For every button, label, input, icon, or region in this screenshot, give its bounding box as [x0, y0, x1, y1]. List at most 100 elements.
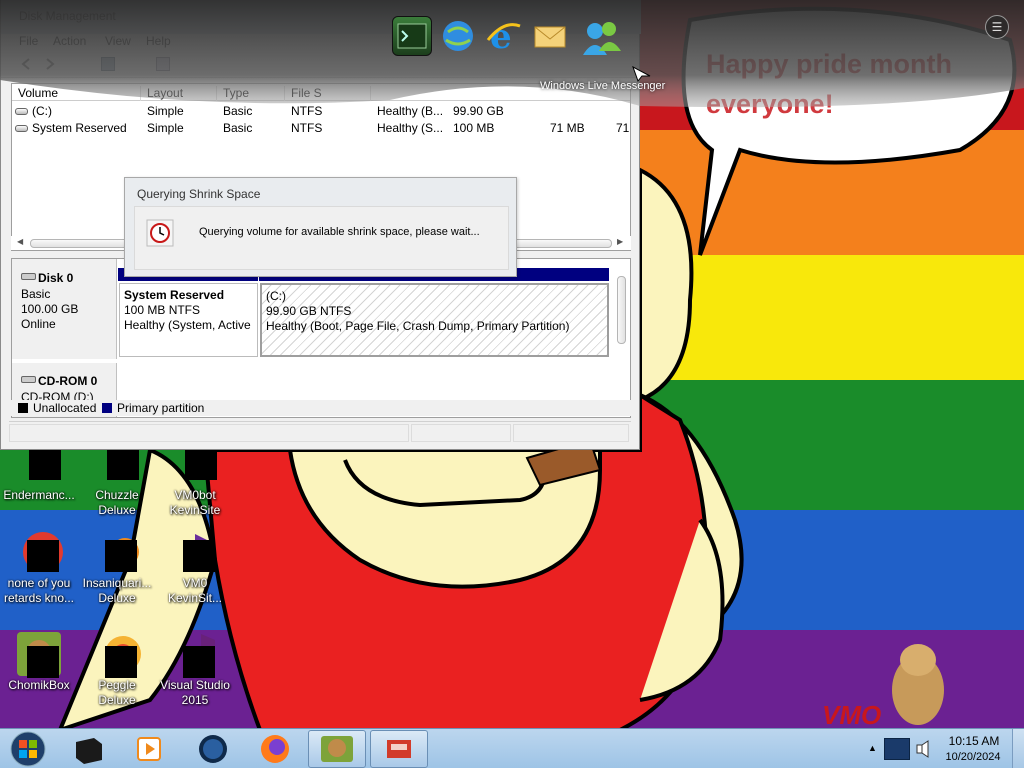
network-icon[interactable] — [884, 738, 910, 760]
menu-file[interactable]: File — [19, 34, 38, 48]
volume-layout: Simple — [147, 121, 184, 135]
windows-live-messenger-icon[interactable] — [578, 14, 626, 62]
legend-label: Primary partition — [117, 401, 205, 415]
volume-capacity: 100 MB — [453, 121, 495, 135]
show-desktop-button[interactable] — [1012, 729, 1024, 768]
desktop-icon-none-of-you[interactable]: none of you retards kno... — [2, 528, 76, 606]
volume-icon[interactable] — [914, 738, 936, 760]
table-row[interactable]: System Reserved Simple Basic NTFS Health… — [12, 120, 630, 136]
globe-icon — [199, 735, 227, 763]
volume-type: Basic — [223, 104, 253, 118]
partition-size: 99.90 GB NTFS — [266, 304, 352, 318]
partition-status: Healthy (Boot, Page File, Crash Dump, Pr… — [266, 319, 570, 333]
scroll-right-icon[interactable]: ▶ — [617, 237, 623, 246]
partition-size: 100 MB NTFS — [124, 303, 201, 317]
terminal-icon[interactable] — [392, 16, 432, 56]
desktop-icon-vm0bot-kevinsite[interactable]: VM0bot KevinSite — [158, 440, 232, 518]
disk-0-label[interactable]: Disk 0 Basic 100.00 GB Online — [12, 259, 117, 359]
desktop-icon-label: Chuzzle Deluxe — [95, 488, 139, 517]
volume-name: System Reserved — [15, 121, 140, 135]
chomikbox-icon — [321, 736, 353, 762]
desktop-icon-label: ChomikBox — [8, 678, 70, 692]
disk-name: CD-ROM 0 — [38, 374, 98, 388]
volume-list-header: Volume Layout Type File S — [12, 84, 630, 101]
disk-icon — [21, 273, 36, 280]
forward-icon[interactable] — [41, 57, 57, 71]
taskbar-firefox[interactable] — [246, 730, 304, 768]
start-button[interactable] — [4, 730, 48, 768]
taskbar-disk-management[interactable] — [370, 730, 428, 768]
volume-free-space: 71 MB — [550, 121, 585, 135]
media-player-icon — [137, 737, 161, 761]
partition-system-reserved[interactable]: System Reserved 100 MB NTFS Healthy (Sys… — [119, 283, 258, 357]
properties-icon[interactable] — [101, 57, 115, 71]
column-type[interactable]: Type — [217, 86, 285, 101]
speech-bubble-text: Happy pride month everyone! — [706, 49, 953, 119]
volume-status: Healthy (B... — [377, 104, 444, 118]
taskbar-globe[interactable] — [184, 730, 242, 768]
app-icon — [15, 528, 63, 576]
taskbar-terminal[interactable] — [60, 730, 118, 768]
partition-title: (C:) — [266, 289, 286, 303]
desktop-icon-insaniquarium-deluxe[interactable]: Insaniquari... Deluxe — [80, 528, 154, 606]
menu-view[interactable]: View — [105, 34, 131, 48]
scroll-left-icon[interactable]: ◀ — [17, 237, 23, 246]
taskbar-chomikbox[interactable] — [308, 730, 366, 768]
column-volume[interactable]: Volume — [12, 86, 141, 101]
desktop-icon-chomikbox[interactable]: ChomikBox — [2, 630, 76, 693]
desktop-icon-vm0-kevinsite[interactable]: VM0 KevinSit... — [158, 528, 232, 606]
dialog-message: Querying volume for available shrink spa… — [199, 226, 480, 238]
taskbar-media-player[interactable] — [120, 730, 178, 768]
back-icon[interactable] — [19, 57, 35, 71]
status-segment — [411, 424, 511, 442]
dialog-body: Querying volume for available shrink spa… — [134, 206, 509, 270]
window-title: Disk Management — [19, 9, 116, 23]
menu-action[interactable]: Action — [53, 34, 86, 48]
clock-time[interactable]: 10:15 AM — [945, 734, 1003, 748]
desktop-icon-peggle-deluxe[interactable]: Peggle Deluxe — [80, 630, 154, 708]
app-icon — [93, 630, 141, 678]
desktop-icon-visual-studio-2015[interactable]: Visual Studio 2015 — [158, 630, 232, 708]
querying-shrink-space-dialog: Querying Shrink Space Querying volume fo… — [124, 177, 517, 277]
taskbar: ▲ 10:15 AM 10/20/2024 — [0, 728, 1024, 768]
internet-explorer-icon[interactable]: e — [484, 16, 524, 56]
partition-title: System Reserved — [124, 288, 225, 302]
app-icon — [15, 630, 63, 678]
app-icon — [171, 630, 219, 678]
column-layout[interactable]: Layout — [141, 86, 217, 101]
desktop-icon-label: Endermanc... — [3, 488, 75, 502]
partition-status: Healthy (System, Active — [124, 318, 251, 332]
desktop-icon-label: Insaniquari... Deluxe — [82, 576, 152, 605]
disk-size: 100.00 GB — [21, 302, 79, 316]
volume-layout: Simple — [147, 104, 184, 118]
app-icon — [93, 528, 141, 576]
disk-status: Online — [21, 317, 56, 331]
column-file-system[interactable]: File S — [285, 86, 371, 101]
legend-label: Unallocated — [33, 401, 97, 415]
clock-date[interactable]: 10/20/2024 — [940, 751, 1006, 763]
desktop-icon-label: VM0 KevinSit... — [167, 576, 223, 605]
partition-c-drive[interactable]: (C:) 99.90 GB NTFS Healthy (Boot, Page F… — [260, 283, 609, 357]
tray-expand-icon[interactable]: ▲ — [868, 743, 877, 753]
cdrom-icon — [21, 376, 36, 383]
dialog-title: Querying Shrink Space — [137, 187, 261, 201]
desktop-icon-chuzzle-deluxe[interactable]: Chuzzle Deluxe — [80, 440, 154, 518]
status-segment — [513, 424, 629, 442]
globe-icon[interactable] — [438, 16, 478, 56]
status-segment — [9, 424, 409, 442]
menu-help[interactable]: Help — [146, 34, 171, 48]
volume-status: Healthy (S... — [377, 121, 444, 135]
vertical-scrollbar[interactable] — [613, 264, 629, 398]
drive-icon — [15, 108, 28, 116]
firefox-icon — [261, 735, 289, 763]
desktop-icon-label: none of you retards kno... — [3, 576, 75, 605]
table-row[interactable]: (C:) Simple Basic NTFS Healthy (B... 99.… — [12, 103, 630, 119]
computer-management-icon — [387, 740, 411, 758]
volume-capacity: 99.90 GB — [453, 104, 504, 118]
desktop-icon-label: VM0bot KevinSite — [169, 488, 221, 517]
scrollbar-thumb[interactable] — [617, 276, 626, 344]
desktop-icon-label: Peggle Deluxe — [98, 678, 136, 707]
help-icon[interactable] — [156, 57, 170, 71]
volume-percent-free: 71 — [616, 121, 630, 135]
mail-icon[interactable] — [530, 16, 570, 56]
